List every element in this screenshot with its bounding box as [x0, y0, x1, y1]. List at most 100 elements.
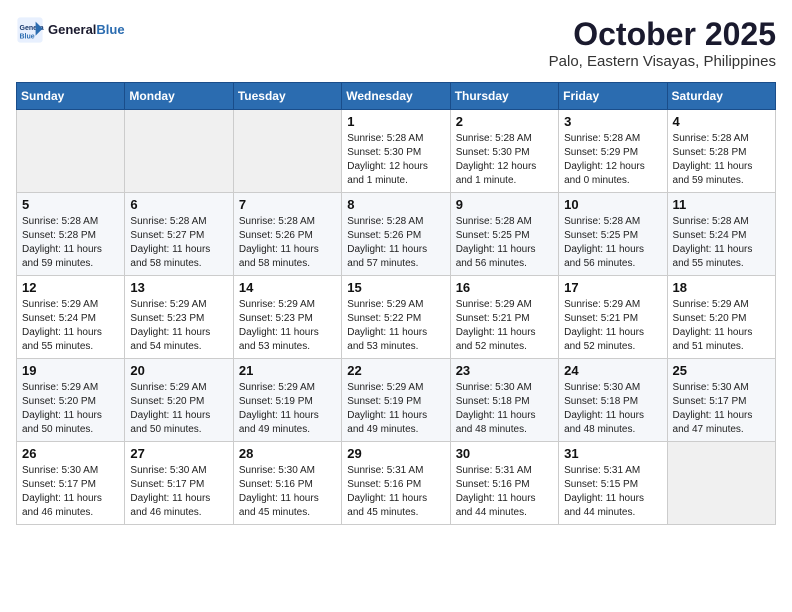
day-number: 19 — [22, 363, 119, 378]
day-number: 6 — [130, 197, 227, 212]
calendar-cell: 6Sunrise: 5:28 AMSunset: 5:27 PMDaylight… — [125, 193, 233, 276]
calendar-cell: 13Sunrise: 5:29 AMSunset: 5:23 PMDayligh… — [125, 276, 233, 359]
day-info: Sunrise: 5:28 AMSunset: 5:25 PMDaylight:… — [564, 215, 661, 271]
day-info: Sunrise: 5:29 AMSunset: 5:19 PMDaylight:… — [239, 381, 336, 437]
day-number: 1 — [347, 114, 444, 129]
logo-blue: Blue — [96, 22, 124, 37]
day-info: Sunrise: 5:29 AMSunset: 5:23 PMDaylight:… — [239, 298, 336, 354]
day-info: Sunrise: 5:28 AMSunset: 5:29 PMDaylight:… — [564, 132, 661, 188]
calendar-cell: 26 Sunrise: 5:30 AMSunset: 5:17 PMDayligh… — [17, 442, 125, 525]
calendar-cell: 4 Sunrise: 5:28 AMSunset: 5:28 PMDaylight… — [667, 110, 775, 193]
day-info: Sunrise: 5:29 AMSunset: 5:19 PMDaylight:… — [347, 381, 444, 437]
calendar-cell — [233, 110, 341, 193]
calendar-cell: 5 Sunrise: 5:28 AMSunset: 5:28 PMDaylight… — [17, 193, 125, 276]
day-info: Sunrise: 5:30 AMSunset: 5:17 PMDaylight:… — [673, 381, 770, 437]
weekday-header-thursday: Thursday — [450, 83, 558, 110]
calendar-cell: 16 Sunrise: 5:29 AMSunset: 5:21 PMDayligh… — [450, 276, 558, 359]
calendar-cell: 8 Sunrise: 5:28 AMSunset: 5:26 PMDaylight… — [342, 193, 450, 276]
day-number: 7 — [239, 197, 336, 212]
calendar-week-row: 19 Sunrise: 5:29 AMSunset: 5:20 PMDayligh… — [17, 359, 776, 442]
day-number: 2 — [456, 114, 553, 129]
calendar-cell — [125, 110, 233, 193]
calendar-cell: 17Sunrise: 5:29 AMSunset: 5:21 PMDayligh… — [559, 276, 667, 359]
day-number: 22 — [347, 363, 444, 378]
day-number: 9 — [456, 197, 553, 212]
day-info: Sunrise: 5:28 AMSunset: 5:28 PMDaylight:… — [673, 132, 770, 188]
day-info: Sunrise: 5:30 AMSunset: 5:18 PMDaylight:… — [456, 381, 553, 437]
day-number: 5 — [22, 197, 119, 212]
calendar-week-row: 26 Sunrise: 5:30 AMSunset: 5:17 PMDayligh… — [17, 442, 776, 525]
calendar-cell: 25 Sunrise: 5:30 AMSunset: 5:17 PMDayligh… — [667, 359, 775, 442]
calendar-cell: 14Sunrise: 5:29 AMSunset: 5:23 PMDayligh… — [233, 276, 341, 359]
calendar-cell: 12Sunrise: 5:29 AMSunset: 5:24 PMDayligh… — [17, 276, 125, 359]
calendar-week-row: 12Sunrise: 5:29 AMSunset: 5:24 PMDayligh… — [17, 276, 776, 359]
day-info: Sunrise: 5:31 AMSunset: 5:16 PMDaylight:… — [456, 464, 553, 520]
calendar-cell: 3 Sunrise: 5:28 AMSunset: 5:29 PMDaylight… — [559, 110, 667, 193]
day-info: Sunrise: 5:29 AMSunset: 5:23 PMDaylight:… — [130, 298, 227, 354]
weekday-header-monday: Monday — [125, 83, 233, 110]
calendar-cell — [667, 442, 775, 525]
day-number: 27 — [130, 446, 227, 461]
month-title: October 2025 — [549, 16, 776, 53]
day-info: Sunrise: 5:30 AMSunset: 5:18 PMDaylight:… — [564, 381, 661, 437]
day-number: 25 — [673, 363, 770, 378]
logo-icon: General Blue — [16, 16, 44, 44]
calendar-cell: 27Sunrise: 5:30 AMSunset: 5:17 PMDayligh… — [125, 442, 233, 525]
calendar-cell: 11 Sunrise: 5:28 AMSunset: 5:24 PMDayligh… — [667, 193, 775, 276]
day-number: 4 — [673, 114, 770, 129]
day-info: Sunrise: 5:28 AMSunset: 5:24 PMDaylight:… — [673, 215, 770, 271]
day-info: Sunrise: 5:28 AMSunset: 5:28 PMDaylight:… — [22, 215, 119, 271]
calendar-cell: 9Sunrise: 5:28 AMSunset: 5:25 PMDaylight… — [450, 193, 558, 276]
day-info: Sunrise: 5:30 AMSunset: 5:17 PMDaylight:… — [22, 464, 119, 520]
day-number: 26 — [22, 446, 119, 461]
calendar-cell: 31 Sunrise: 5:31 AMSunset: 5:15 PMDayligh… — [559, 442, 667, 525]
calendar-cell: 22 Sunrise: 5:29 AMSunset: 5:19 PMDayligh… — [342, 359, 450, 442]
day-number: 24 — [564, 363, 661, 378]
day-number: 18 — [673, 280, 770, 295]
day-number: 31 — [564, 446, 661, 461]
day-number: 28 — [239, 446, 336, 461]
day-number: 11 — [673, 197, 770, 212]
weekday-header-sunday: Sunday — [17, 83, 125, 110]
day-number: 15 — [347, 280, 444, 295]
calendar-cell: 23 Sunrise: 5:30 AMSunset: 5:18 PMDayligh… — [450, 359, 558, 442]
location-title: Palo, Eastern Visayas, Philippines — [549, 53, 776, 70]
calendar-cell: 24 Sunrise: 5:30 AMSunset: 5:18 PMDayligh… — [559, 359, 667, 442]
calendar-cell: 30 Sunrise: 5:31 AMSunset: 5:16 PMDayligh… — [450, 442, 558, 525]
day-info: Sunrise: 5:31 AMSunset: 5:16 PMDaylight:… — [347, 464, 444, 520]
logo: General Blue GeneralBlue — [16, 16, 125, 44]
logo-general: General — [48, 22, 96, 37]
day-info: Sunrise: 5:29 AMSunset: 5:20 PMDaylight:… — [130, 381, 227, 437]
day-info: Sunrise: 5:30 AMSunset: 5:16 PMDaylight:… — [239, 464, 336, 520]
calendar-week-row: 1 Sunrise: 5:28 AMSunset: 5:30 PMDaylight… — [17, 110, 776, 193]
day-info: Sunrise: 5:29 AMSunset: 5:20 PMDaylight:… — [673, 298, 770, 354]
day-number: 21 — [239, 363, 336, 378]
day-info: Sunrise: 5:28 AMSunset: 5:26 PMDaylight:… — [239, 215, 336, 271]
calendar-cell — [17, 110, 125, 193]
day-info: Sunrise: 5:28 AMSunset: 5:30 PMDaylight:… — [347, 132, 444, 188]
calendar-cell: 20 Sunrise: 5:29 AMSunset: 5:20 PMDayligh… — [125, 359, 233, 442]
weekday-header-tuesday: Tuesday — [233, 83, 341, 110]
svg-text:Blue: Blue — [20, 33, 35, 40]
calendar-cell: 7 Sunrise: 5:28 AMSunset: 5:26 PMDaylight… — [233, 193, 341, 276]
day-number: 3 — [564, 114, 661, 129]
day-number: 8 — [347, 197, 444, 212]
weekday-header-saturday: Saturday — [667, 83, 775, 110]
day-number: 29 — [347, 446, 444, 461]
calendar-cell: 18 Sunrise: 5:29 AMSunset: 5:20 PMDayligh… — [667, 276, 775, 359]
day-info: Sunrise: 5:29 AMSunset: 5:21 PMDaylight:… — [564, 298, 661, 354]
day-info: Sunrise: 5:28 AMSunset: 5:26 PMDaylight:… — [347, 215, 444, 271]
calendar-cell: 1 Sunrise: 5:28 AMSunset: 5:30 PMDaylight… — [342, 110, 450, 193]
day-info: Sunrise: 5:29 AMSunset: 5:24 PMDaylight:… — [22, 298, 119, 354]
day-number: 10 — [564, 197, 661, 212]
day-info: Sunrise: 5:31 AMSunset: 5:15 PMDaylight:… — [564, 464, 661, 520]
day-number: 16 — [456, 280, 553, 295]
calendar-cell: 29 Sunrise: 5:31 AMSunset: 5:16 PMDayligh… — [342, 442, 450, 525]
calendar-week-row: 5 Sunrise: 5:28 AMSunset: 5:28 PMDaylight… — [17, 193, 776, 276]
day-info: Sunrise: 5:29 AMSunset: 5:22 PMDaylight:… — [347, 298, 444, 354]
day-number: 23 — [456, 363, 553, 378]
day-info: Sunrise: 5:29 AMSunset: 5:21 PMDaylight:… — [456, 298, 553, 354]
day-number: 20 — [130, 363, 227, 378]
day-number: 30 — [456, 446, 553, 461]
day-info: Sunrise: 5:28 AMSunset: 5:30 PMDaylight:… — [456, 132, 553, 188]
